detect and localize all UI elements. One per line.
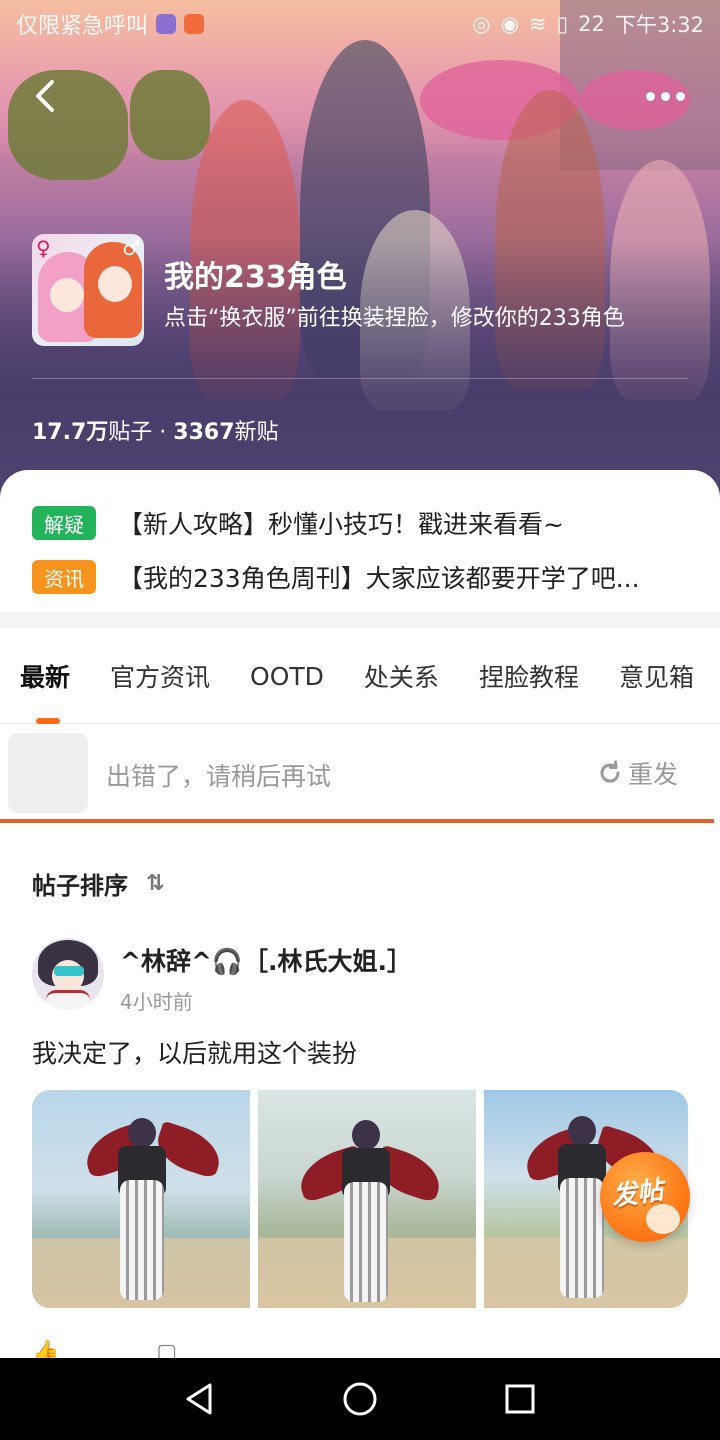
forum-stats: 17.7万贴子 · 3367新贴 [32, 414, 279, 446]
error-message: 出错了，请稍后再试 [106, 762, 332, 791]
pinned-tag: 解疑 [32, 506, 96, 540]
post-image[interactable] [258, 1090, 476, 1308]
nfc-icon: ◎ [472, 12, 491, 36]
male-symbol-icon: ♂ [122, 236, 140, 260]
post-author-name[interactable]: ^林辞^🎧［.林氏大姐.］ [120, 942, 412, 978]
forum-subtitle: 点击“换衣服”前往换装捏脸，修改你的233角色 [164, 306, 625, 331]
pinned-post-item[interactable]: 解疑 【新人攻略】秒懂小技巧！戳进来看看~ [32, 496, 688, 550]
wifi-icon: ≋ [528, 12, 547, 36]
battery-level: 22 [578, 12, 605, 36]
create-post-button[interactable]: 发帖 [600, 1152, 690, 1242]
sort-label: 帖子排序 [32, 872, 128, 900]
circle-home-icon [343, 1382, 377, 1416]
author-avatar[interactable] [32, 938, 104, 1010]
forum-header-banner: 仅限紧急呼叫 ◎ ◉ ≋ ▯ 22 下午3:32 ♀ ♂ 我的233角色 点击“… [0, 0, 720, 500]
comment-icon[interactable]: ▢ [156, 1340, 177, 1358]
post-images [32, 1090, 688, 1308]
square-recents-icon [505, 1384, 535, 1414]
chevron-left-icon [36, 80, 54, 112]
section-divider [0, 612, 720, 628]
pinned-post-title: 【我的233角色周刊】大家应该都要开学了吧... [118, 564, 640, 593]
post-image[interactable] [32, 1090, 250, 1308]
banner-divider [32, 378, 688, 379]
category-tabs: 最新 官方资讯 OOTD 处关系 捏脸教程 意见箱 [0, 628, 720, 724]
post-content: 我决定了，以后就用这个装扮 [32, 1039, 358, 1068]
notification-video-icon [184, 14, 205, 34]
retry-label: 重发 [627, 760, 678, 789]
pinned-post-item[interactable]: 资讯 【我的233角色周刊】大家应该都要开学了吧... [32, 550, 688, 604]
tab-feedback[interactable]: 意见箱 [619, 658, 694, 694]
emergency-call-text: 仅限紧急呼叫 [16, 14, 149, 39]
error-progress-line [0, 819, 714, 823]
failed-post-thumbnail [8, 733, 88, 813]
new-posts-label: 新贴 [234, 420, 279, 445]
post-time: 4小时前 [120, 990, 193, 1014]
more-options-button[interactable] [640, 80, 690, 112]
forum-avatar: ♀ ♂ [32, 234, 144, 346]
banner-tree [8, 70, 128, 180]
tab-face-tutorial[interactable]: 捏脸教程 [479, 658, 579, 694]
battery-icon: ▯ [556, 12, 569, 36]
app-screen: 仅限紧急呼叫 ◎ ◉ ≋ ▯ 22 下午3:32 ♀ ♂ 我的233角色 点击“… [0, 0, 720, 1440]
like-icon[interactable]: 👍 [32, 1340, 59, 1358]
clock: 下午3:32 [614, 13, 704, 37]
pinned-post-title: 【新人攻略】秒懂小技巧！戳进来看看~ [118, 510, 564, 539]
tab-ootd[interactable]: OOTD [250, 662, 324, 691]
tab-latest[interactable]: 最新 [20, 658, 70, 694]
create-post-label: 发帖 [609, 1175, 666, 1212]
female-symbol-icon: ♀ [36, 236, 51, 260]
system-navigation-bar [0, 1358, 720, 1440]
status-bar: 仅限紧急呼叫 ◎ ◉ ≋ ▯ 22 下午3:32 [0, 0, 720, 48]
pinned-posts: 解疑 【新人攻略】秒懂小技巧！戳进来看看~ 资讯 【我的233角色周刊】大家应该… [0, 470, 720, 612]
back-button[interactable] [28, 76, 68, 116]
post-actions: 👍 ▢ [32, 1340, 332, 1358]
mascot-icon [646, 1204, 680, 1234]
tab-official-news[interactable]: 官方资讯 [110, 658, 210, 694]
post-sort-control[interactable]: 帖子排序 ⇅ [32, 866, 164, 901]
notification-app-icon [156, 14, 177, 34]
sort-icon: ⇅ [146, 871, 165, 896]
posts-label: 贴子 [108, 420, 153, 445]
triangle-back-icon [186, 1383, 212, 1415]
nav-back-button[interactable] [170, 1369, 230, 1429]
retry-button[interactable]: 重发 [596, 755, 678, 791]
forum-title: 我的233角色 [164, 260, 347, 295]
stats-separator: · [152, 420, 174, 445]
more-dots-icon [645, 91, 655, 101]
pinned-tag: 资讯 [32, 560, 96, 594]
eye-comfort-icon: ◉ [500, 12, 519, 36]
tab-relationships[interactable]: 处关系 [364, 658, 439, 694]
posts-count: 17.7万 [32, 420, 109, 445]
banner-tree [130, 70, 210, 160]
new-posts-count: 3367 [173, 420, 235, 445]
active-tab-indicator [36, 718, 60, 724]
nav-home-button[interactable] [330, 1369, 390, 1429]
nav-recents-button[interactable] [490, 1369, 550, 1429]
upload-error-bar: 出错了，请稍后再试 重发 [0, 725, 720, 823]
refresh-icon [600, 760, 620, 783]
